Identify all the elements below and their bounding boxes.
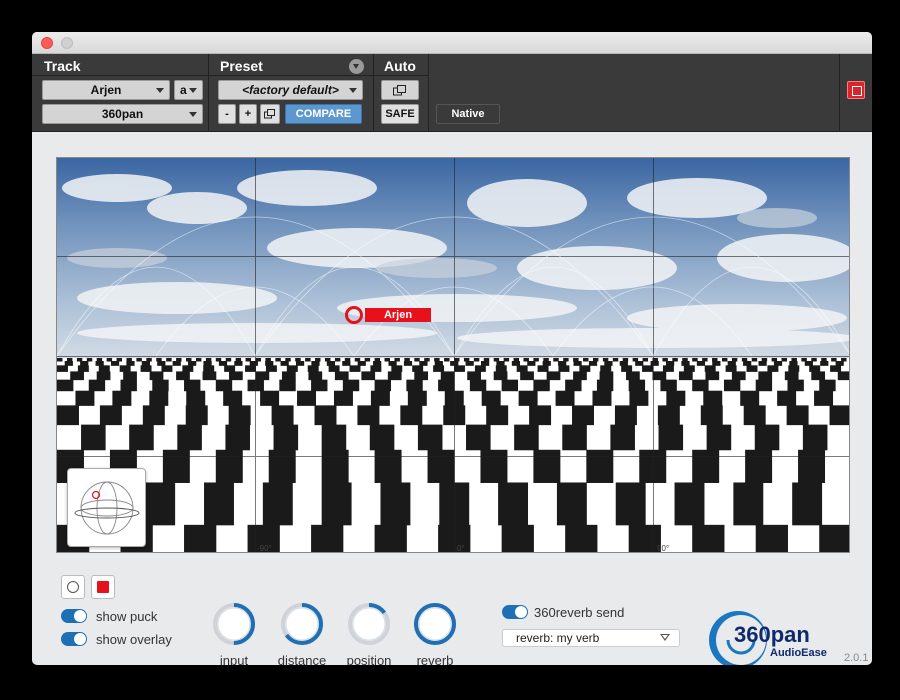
show-overlay-label: show overlay bbox=[96, 632, 172, 647]
stop-button[interactable] bbox=[91, 575, 115, 599]
puck-label: Arjen bbox=[365, 308, 431, 322]
chevron-down-icon bbox=[349, 88, 357, 93]
title-bar bbox=[32, 32, 872, 54]
knob-face bbox=[352, 607, 386, 641]
degree-label: 0° bbox=[457, 544, 465, 553]
distance-knob[interactable] bbox=[280, 602, 324, 646]
logo-text-sub: AudioEase bbox=[770, 647, 827, 659]
chevron-down-icon bbox=[189, 112, 197, 117]
knob-face bbox=[285, 607, 319, 641]
minimize-window-button[interactable] bbox=[61, 37, 73, 49]
close-window-button[interactable] bbox=[41, 37, 53, 49]
sphere-icon bbox=[74, 481, 140, 535]
preset-previous-button[interactable]: - bbox=[218, 104, 236, 124]
header-divider bbox=[373, 54, 374, 132]
bypass-button[interactable] bbox=[847, 81, 865, 99]
track-channel-label: a bbox=[180, 83, 187, 97]
reverb-select-value: reverb: my verb bbox=[516, 631, 600, 645]
record-circle-button[interactable] bbox=[61, 575, 85, 599]
copy-settings-button[interactable] bbox=[260, 104, 280, 124]
reverb-select[interactable]: reverb: my verb bbox=[502, 629, 680, 647]
controls-panel: show puck show overlay input gain distan… bbox=[32, 562, 872, 665]
position-blur-label: position blur bbox=[334, 653, 404, 666]
source-puck[interactable]: Arjen bbox=[345, 306, 431, 324]
plugin-dropdown[interactable]: 360pan bbox=[42, 104, 203, 124]
degree-label: 90° bbox=[657, 544, 670, 553]
chevron-down-icon bbox=[156, 88, 164, 93]
plugin-name-label: 360pan bbox=[101, 107, 144, 121]
version-label: 2.0.1 bbox=[844, 652, 869, 664]
reverb-width-knob[interactable] bbox=[413, 602, 457, 646]
track-name-label: Arjen bbox=[90, 83, 122, 97]
preset-name-label: <factory default> bbox=[242, 83, 339, 97]
header-divider bbox=[839, 54, 840, 132]
show-puck-label: show puck bbox=[96, 609, 158, 624]
360pan-logo: 360pan AudioEase bbox=[708, 610, 840, 665]
chevron-down-icon bbox=[189, 88, 197, 93]
knob-label-line: position bbox=[346, 653, 392, 666]
copy-icon bbox=[264, 109, 275, 119]
degree-label: -90° bbox=[257, 544, 272, 553]
puck-handle[interactable] bbox=[345, 306, 363, 324]
track-name-dropdown[interactable]: Arjen bbox=[42, 80, 170, 100]
input-gain-label: input gain bbox=[199, 653, 269, 666]
knob-label-line: distance bbox=[277, 653, 327, 666]
show-overlay-toggle[interactable] bbox=[61, 632, 87, 646]
track-channel-dropdown[interactable]: a bbox=[174, 80, 203, 100]
panorama-view[interactable]: -90° 0° 90° Arjen bbox=[56, 157, 850, 553]
knob-face bbox=[418, 607, 452, 641]
native-button[interactable]: Native bbox=[436, 104, 500, 124]
chevron-down-icon bbox=[660, 634, 670, 641]
safe-button[interactable]: SAFE bbox=[381, 104, 419, 124]
input-gain-knob[interactable] bbox=[212, 602, 256, 646]
logo-text-main: 360pan bbox=[734, 622, 810, 647]
knob-label-line: input bbox=[219, 653, 249, 666]
plugin-header: Track Preset Auto Arjen a 360pan <factor… bbox=[32, 54, 872, 132]
overlay-grid bbox=[57, 158, 849, 552]
knob-label-line: reverb bbox=[416, 653, 454, 666]
reverb-send-toggle[interactable] bbox=[502, 605, 528, 619]
distance-label: distance bbox=[267, 653, 337, 666]
knob-face bbox=[217, 607, 251, 641]
preset-menu-button[interactable] bbox=[349, 59, 364, 74]
preset-dropdown[interactable]: <factory default> bbox=[218, 80, 363, 100]
copy-icon bbox=[393, 84, 406, 95]
header-divider bbox=[428, 54, 429, 132]
show-puck-toggle[interactable] bbox=[61, 609, 87, 623]
track-title: Track bbox=[44, 58, 81, 74]
plugin-window: Track Preset Auto Arjen a 360pan <factor… bbox=[32, 32, 872, 665]
position-blur-knob[interactable] bbox=[347, 602, 391, 646]
orientation-sphere[interactable] bbox=[67, 468, 146, 547]
compare-button[interactable]: COMPARE bbox=[285, 104, 362, 124]
automation-window-button[interactable] bbox=[381, 80, 419, 100]
logo-mark: 360pan AudioEase bbox=[709, 611, 827, 665]
reverb-send-label: 360reverb send bbox=[534, 605, 625, 620]
header-divider bbox=[32, 75, 428, 76]
preset-title: Preset bbox=[220, 58, 263, 74]
auto-title: Auto bbox=[384, 58, 416, 74]
header-divider bbox=[208, 54, 209, 132]
reverb-width-label: reverb width bbox=[400, 653, 470, 666]
preset-next-button[interactable]: + bbox=[239, 104, 257, 124]
